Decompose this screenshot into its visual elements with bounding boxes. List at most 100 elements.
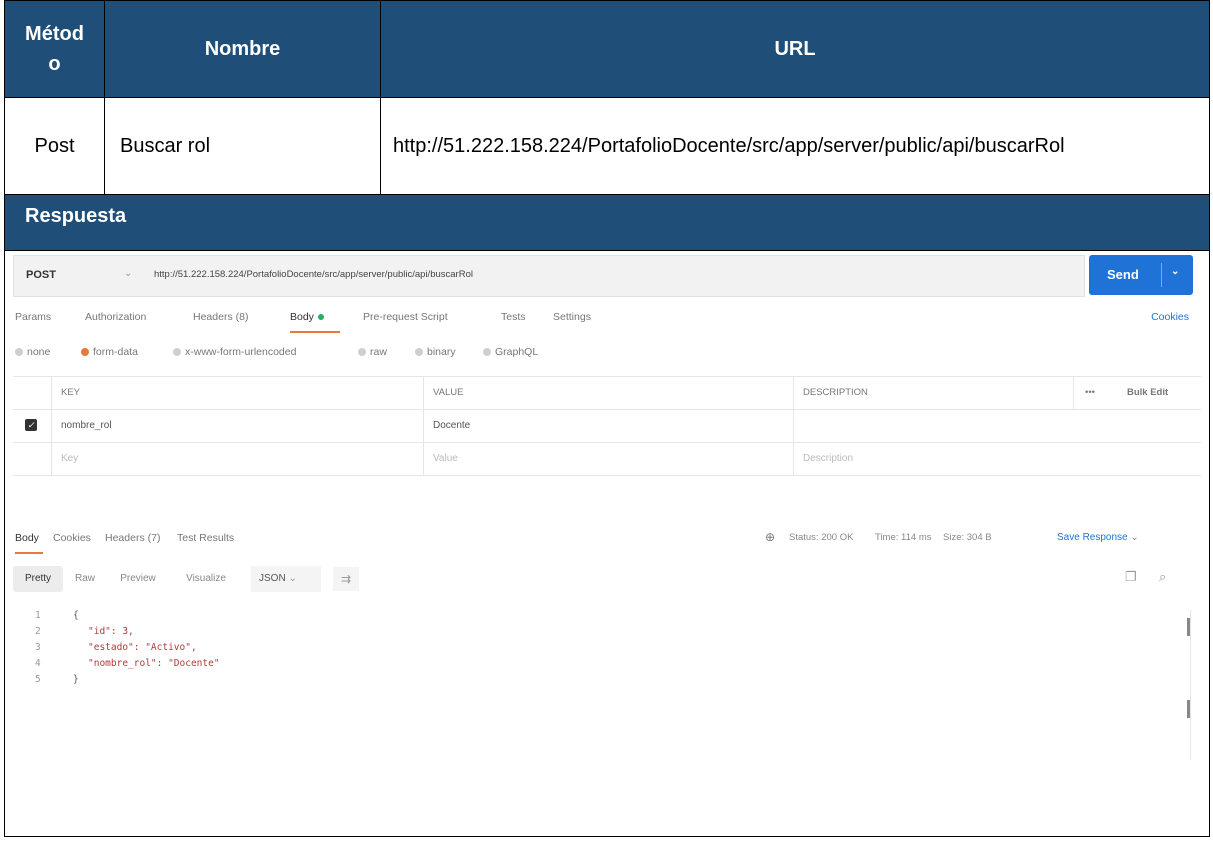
code-text: {	[73, 610, 79, 621]
save-response-button[interactable]: Save Response ⌄	[1057, 532, 1139, 543]
code-line: 5 }	[13, 674, 613, 688]
method-select[interactable]: POST	[26, 269, 56, 281]
code-line: 4 "nombre_rol": "Docente"	[13, 658, 613, 672]
preview-button[interactable]: Preview	[107, 566, 169, 592]
pretty-button[interactable]: Pretty	[13, 566, 63, 592]
row-name: Buscar rol	[104, 97, 381, 195]
radio-icon	[483, 348, 491, 356]
header-method: Métod o	[4, 0, 105, 98]
url-input[interactable]: http://51.222.158.224/PortafolioDocente/…	[154, 269, 473, 280]
radio-icon	[173, 348, 181, 356]
copy-icon[interactable]: ❐	[1125, 569, 1137, 585]
time-text: Time: 114 ms	[875, 532, 932, 543]
tab-settings[interactable]: Settings	[553, 311, 591, 323]
wrap-lines-icon[interactable]: ⇉	[333, 567, 359, 591]
tab-body[interactable]: Body	[290, 311, 324, 323]
request-tabs: Params Authorization Headers (8) Body Pr…	[13, 311, 1193, 333]
chevron-down-icon[interactable]: ⌄	[1171, 266, 1179, 277]
search-icon[interactable]: ⌕	[1159, 569, 1166, 585]
response-body-code: 1 { 2 "id": 3, 3 "estado": "Activo", 4 "…	[13, 610, 1201, 760]
format-label: JSON	[259, 573, 286, 584]
response-tabs: Body Cookies Headers (7) Test Results ⊕ …	[13, 530, 1201, 554]
size-text: Size: 304 B	[943, 532, 992, 543]
divider	[51, 443, 52, 475]
active-tab-underline	[15, 552, 43, 554]
tab-pre-request-script[interactable]: Pre-request Script	[363, 311, 448, 323]
radio-raw-label: raw	[370, 346, 387, 358]
response-label: Respuesta	[25, 205, 127, 227]
code-line: 1 {	[13, 610, 613, 624]
radio-icon	[415, 348, 423, 356]
params-table: KEY VALUE DESCRIPTION ••• Bulk Edit ✓ no…	[13, 376, 1201, 476]
radio-urlencoded-label: x-www-form-urlencoded	[185, 346, 297, 358]
header-method-line2: o	[48, 53, 61, 75]
radio-none[interactable]: none	[15, 346, 50, 358]
radio-binary-label: binary	[427, 346, 456, 358]
status-dot-icon	[317, 314, 324, 321]
code-text: "nombre_rol": "Docente"	[88, 658, 220, 669]
chevron-down-icon: ⌄	[1130, 532, 1139, 543]
tab-response-headers[interactable]: Headers (7)	[105, 532, 160, 544]
radio-x-www-form-urlencoded[interactable]: x-www-form-urlencoded	[173, 346, 296, 358]
save-response-label: Save Response	[1057, 532, 1128, 543]
param-row-empty: Key Value Description	[13, 442, 1201, 476]
radio-raw[interactable]: raw	[358, 346, 387, 358]
code-text: "id": 3,	[88, 626, 134, 637]
line-number: 2	[35, 626, 41, 637]
active-tab-underline	[290, 331, 340, 333]
response-screenshot-cell: POST ⌄ http://51.222.158.224/PortafolioD…	[4, 250, 1210, 837]
tab-response-cookies[interactable]: Cookies	[53, 532, 91, 544]
response-header-row: Respuesta	[4, 194, 1210, 251]
header-method-line1: Métod	[25, 23, 84, 45]
checkbox-checked-icon[interactable]: ✓	[25, 419, 37, 431]
line-number: 4	[35, 658, 41, 669]
raw-button[interactable]: Raw	[65, 566, 105, 592]
params-header-row: KEY VALUE DESCRIPTION ••• Bulk Edit	[13, 376, 1201, 409]
code-line: 2 "id": 3,	[13, 626, 613, 640]
bulk-edit-button[interactable]: Bulk Edit	[1127, 387, 1168, 398]
value-input[interactable]: Value	[433, 453, 458, 464]
divider	[793, 377, 794, 409]
response-header: Respuesta	[4, 194, 1210, 251]
divider	[793, 410, 794, 442]
send-divider	[1161, 263, 1162, 287]
globe-icon[interactable]: ⊕	[765, 530, 775, 544]
row-method: Post	[4, 97, 105, 195]
tab-headers[interactable]: Headers (8)	[193, 311, 248, 323]
send-button[interactable]: Send ⌄	[1089, 255, 1193, 295]
header-url: URL	[380, 0, 1210, 98]
divider	[51, 410, 52, 442]
line-number: 3	[35, 642, 41, 653]
divider	[793, 443, 794, 475]
description-input[interactable]: Description	[803, 453, 853, 464]
radio-form-data[interactable]: form-data	[81, 346, 138, 358]
tab-response-body[interactable]: Body	[15, 532, 39, 544]
format-select[interactable]: JSON ⌄	[251, 566, 321, 592]
tab-tests[interactable]: Tests	[501, 311, 526, 323]
tab-test-results[interactable]: Test Results	[177, 532, 234, 544]
tab-params[interactable]: Params	[15, 311, 51, 323]
code-text: "estado": "Activo",	[88, 642, 197, 653]
response-view-toolbar: Pretty Raw Preview Visualize JSON ⌄ ⇉ ❐ …	[13, 566, 1201, 594]
tab-body-label: Body	[290, 311, 314, 323]
param-key[interactable]: nombre_rol	[61, 420, 112, 431]
divider	[1190, 610, 1191, 760]
more-icon[interactable]: •••	[1085, 387, 1095, 398]
code-line: 3 "estado": "Activo",	[13, 642, 613, 656]
response-screenshot-row: POST ⌄ http://51.222.158.224/PortafolioD…	[4, 250, 1210, 837]
radio-icon	[358, 348, 366, 356]
radio-binary[interactable]: binary	[415, 346, 456, 358]
radio-graphql-label: GraphQL	[495, 346, 539, 358]
radio-form-data-label: form-data	[93, 346, 138, 358]
radio-icon	[15, 348, 23, 356]
chevron-down-icon[interactable]: ⌄	[124, 268, 132, 279]
divider	[423, 377, 424, 409]
api-doc-table: Métod o Nombre URL Post Buscar rol http:/…	[4, 0, 1210, 837]
key-input[interactable]: Key	[61, 453, 78, 464]
visualize-button[interactable]: Visualize	[171, 566, 241, 592]
radio-graphql[interactable]: GraphQL	[483, 346, 538, 358]
tab-authorization[interactable]: Authorization	[85, 311, 146, 323]
cookies-link[interactable]: Cookies	[1151, 311, 1189, 323]
param-value[interactable]: Docente	[433, 420, 470, 431]
row-url: http://51.222.158.224/PortafolioDocente/…	[380, 97, 1210, 195]
